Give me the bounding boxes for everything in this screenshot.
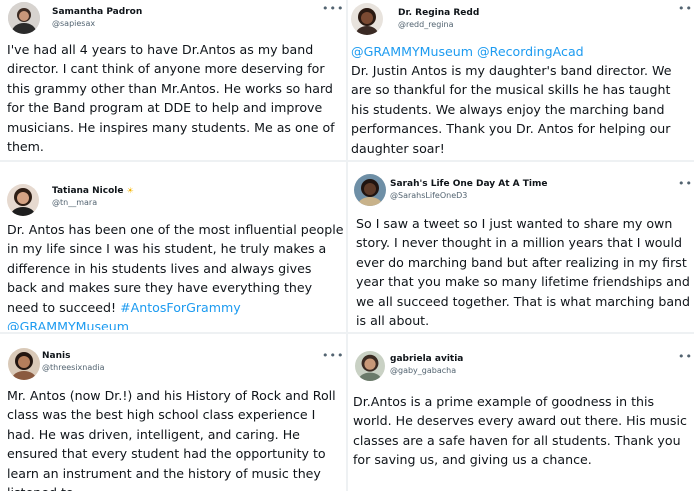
avatar-image bbox=[351, 3, 383, 35]
author-handle[interactable]: @threesixnadia bbox=[42, 363, 104, 372]
tweet-text: Dr. Justin Antos is my daughter's band d… bbox=[351, 63, 672, 156]
tweet-card[interactable]: Dr. Regina Redd @redd_regina ••• @GRAMMY… bbox=[348, 0, 694, 158]
more-options-icon[interactable]: ••• bbox=[678, 351, 694, 362]
avatar-image bbox=[7, 184, 39, 216]
avatar[interactable] bbox=[8, 2, 40, 34]
tweet-text: Dr. Antos has been one of the most influ… bbox=[7, 220, 345, 330]
avatar[interactable] bbox=[351, 3, 383, 35]
row-divider bbox=[348, 332, 694, 334]
row-divider bbox=[348, 160, 694, 162]
tweet-text: I've had all 4 years to have Dr.Antos as… bbox=[7, 42, 335, 155]
avatar-image bbox=[8, 348, 40, 380]
avatar[interactable] bbox=[354, 174, 386, 206]
more-options-icon[interactable]: ••• bbox=[322, 3, 344, 14]
author-handle[interactable]: @tn__mara bbox=[52, 198, 97, 207]
tweet-card[interactable]: Samantha Padron @sapiesax ••• I've had a… bbox=[0, 0, 346, 158]
author-name[interactable]: Dr. Regina Redd bbox=[398, 8, 479, 18]
tweet-card[interactable]: Tatiana Nicole ☀ @tn__mara Dr. Antos has… bbox=[0, 174, 346, 330]
sun-emoji-icon: ☀ bbox=[126, 186, 134, 195]
mention-links[interactable]: @GRAMMYMuseum @RecordingAcad bbox=[351, 42, 691, 61]
more-options-icon[interactable]: ••• bbox=[678, 178, 694, 189]
author-name[interactable]: gabriela avitia bbox=[390, 354, 463, 364]
tweet-card[interactable]: gabriela avitia @gaby_gabacha ••• Dr.Ant… bbox=[348, 346, 694, 491]
avatar-image bbox=[8, 2, 40, 34]
avatar-image bbox=[354, 174, 386, 206]
tweet-text: Dr.Antos is a prime example of goodness … bbox=[353, 394, 687, 468]
tweet-card[interactable]: Sarah's Life One Day At A Time @SarahsLi… bbox=[348, 174, 694, 330]
more-options-icon[interactable]: ••• bbox=[322, 350, 344, 361]
author-handle[interactable]: @SarahsLifeOneD3 bbox=[390, 191, 467, 200]
author-handle[interactable]: @sapiesax bbox=[52, 19, 95, 28]
avatar[interactable] bbox=[7, 184, 39, 216]
author-handle[interactable]: @gaby_gabacha bbox=[390, 366, 456, 375]
more-options-icon[interactable]: ••• bbox=[678, 3, 694, 14]
row-divider bbox=[0, 332, 346, 334]
author-name-text: Tatiana Nicole bbox=[52, 186, 124, 196]
tweet-text: Mr. Antos (now Dr.!) and his History of … bbox=[7, 388, 336, 491]
avatar[interactable] bbox=[355, 351, 385, 381]
author-handle[interactable]: @redd_regina bbox=[398, 20, 454, 29]
avatar[interactable] bbox=[8, 348, 40, 380]
author-name[interactable]: Sarah's Life One Day At A Time bbox=[390, 179, 547, 189]
author-name[interactable]: Samantha Padron bbox=[52, 7, 142, 17]
tweet-card[interactable]: Nanis @threesixnadia ••• Mr. Antos (now … bbox=[0, 346, 346, 491]
avatar-image bbox=[355, 351, 385, 381]
author-name[interactable]: Nanis bbox=[42, 351, 70, 361]
tweet-text: So I saw a tweet so I just wanted to sha… bbox=[356, 216, 691, 329]
author-name[interactable]: Tatiana Nicole ☀ bbox=[52, 186, 134, 196]
row-divider bbox=[0, 160, 346, 162]
